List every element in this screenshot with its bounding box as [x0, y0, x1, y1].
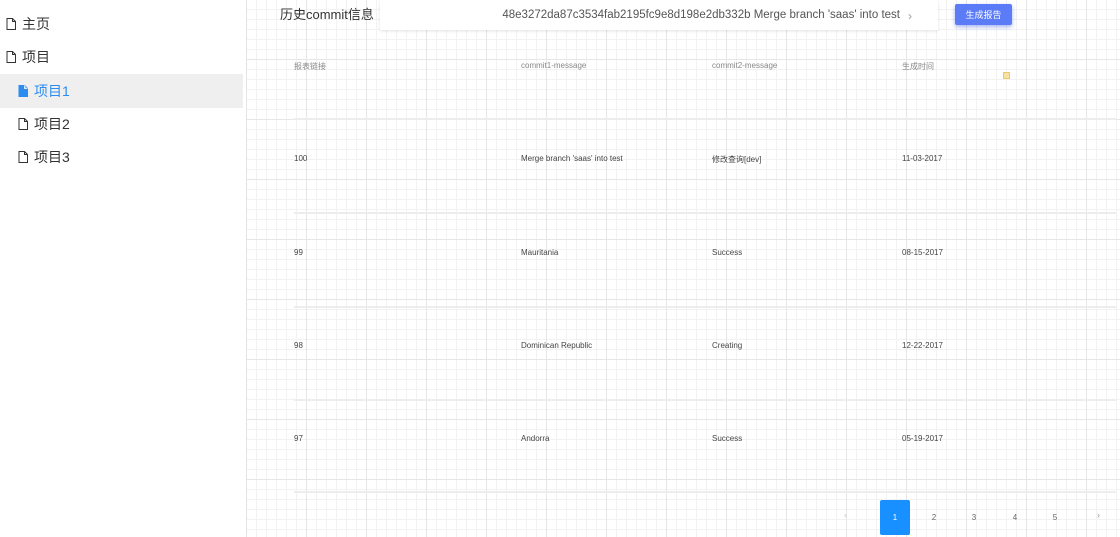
column-header-commit1: commit1-message	[521, 61, 587, 70]
sidebar-item-projects[interactable]: 项目	[0, 40, 243, 74]
sidebar-item-label: 项目	[22, 49, 50, 65]
pagination-next-button[interactable]: ›	[1097, 510, 1100, 520]
document-icon	[18, 85, 28, 97]
sidebar-item-home[interactable]: 主页	[0, 7, 243, 41]
document-icon	[18, 151, 28, 163]
cell-report-link[interactable]: 98	[294, 341, 303, 350]
history-commit-label: 历史commit信息	[280, 7, 374, 22]
column-header-report-link: 报表链接	[294, 62, 326, 71]
pagination-page-4[interactable]: 4	[1000, 500, 1030, 535]
cell-commit2-message: Creating	[712, 341, 743, 350]
pagination-page-1[interactable]: 1	[880, 500, 910, 535]
sidebar-item-label: 项目2	[34, 116, 70, 132]
chevron-right-icon: ›	[908, 9, 912, 23]
column-header-generated-time: 生成时间	[902, 62, 934, 71]
pagination-page-5[interactable]: 5	[1040, 500, 1070, 535]
cell-generated-time: 05-19-2017	[902, 434, 943, 443]
document-icon	[6, 18, 16, 30]
cell-generated-time: 12-22-2017	[902, 341, 943, 350]
cell-commit2-message: Success	[712, 434, 743, 443]
row-divider	[294, 118, 1116, 120]
cell-commit2-message: Success	[712, 248, 743, 257]
cell-report-link[interactable]: 100	[294, 154, 307, 163]
cell-commit2-message: 修改查询[dev]	[712, 155, 762, 164]
cell-generated-time: 08-15-2017	[902, 248, 943, 257]
pagination-prev-button[interactable]: ‹	[844, 510, 847, 520]
row-divider	[294, 491, 1116, 493]
row-divider	[294, 399, 1116, 401]
commit-select[interactable]: 48e3272da87c3534fab2195fc9e8d198e2db332b…	[380, 0, 938, 30]
document-icon	[6, 51, 16, 63]
sidebar-item-label: 项目3	[34, 149, 70, 165]
sidebar-item-label: 项目1	[34, 83, 70, 99]
row-divider	[294, 212, 1116, 214]
row-divider	[294, 306, 1116, 308]
cell-commit1-message: Mauritania	[521, 248, 559, 257]
generate-report-button[interactable]: 生成报告	[955, 4, 1012, 25]
sidebar-item-label: 主页	[22, 16, 50, 32]
note-icon	[1003, 72, 1010, 79]
pagination-page-3[interactable]: 3	[959, 500, 989, 535]
sidebar-item-project3[interactable]: 项目3	[0, 140, 243, 174]
sidebar: 主页 项目 项目1 项目2 项目3	[0, 0, 246, 537]
commit-select-value: 48e3272da87c3534fab2195fc9e8d198e2db332b…	[502, 9, 900, 21]
column-header-commit2: commit2-message	[712, 61, 778, 70]
main-content	[246, 0, 1120, 537]
document-icon	[18, 118, 28, 130]
cell-commit1-message: Merge branch 'saas' into test	[521, 154, 623, 163]
cell-report-link[interactable]: 99	[294, 248, 303, 257]
cell-commit1-message: Andorra	[521, 434, 550, 443]
cell-commit1-message: Dominican Republic	[521, 341, 593, 350]
cell-report-link[interactable]: 97	[294, 434, 303, 443]
cell-generated-time: 11-03-2017	[902, 154, 943, 163]
sidebar-item-project2[interactable]: 项目2	[0, 107, 243, 141]
sidebar-item-project1[interactable]: 项目1	[0, 74, 243, 108]
pagination-page-2[interactable]: 2	[919, 500, 949, 535]
